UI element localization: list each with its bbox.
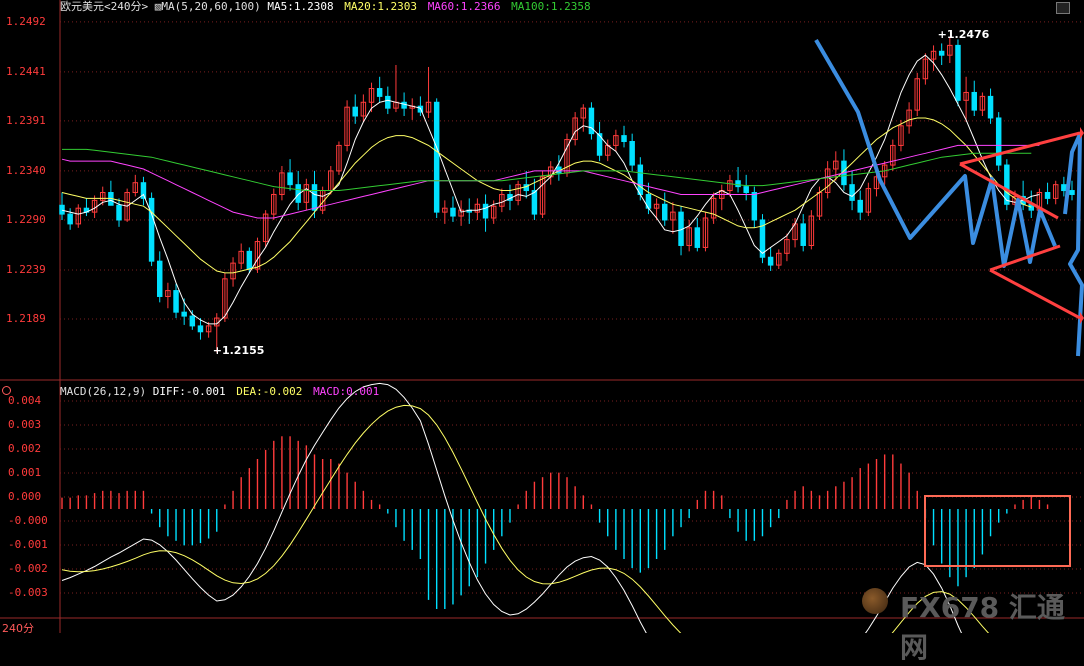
price-tick-label: 1.2492 xyxy=(6,14,46,28)
price-tick-label: 1.2189 xyxy=(6,312,46,326)
watermark-text: FX678 汇通网 xyxy=(900,591,1065,664)
macd-header: MACD(26,12,9) DIFF:-0.001 DEA:-0.002 MAC… xyxy=(60,385,379,399)
candle-body xyxy=(189,315,196,327)
high-price-label: +1.2476 xyxy=(937,27,990,41)
candle-body xyxy=(637,164,644,195)
candle-body xyxy=(433,101,440,213)
candle-body xyxy=(157,260,163,297)
candle-body xyxy=(987,95,994,119)
price-tick-label: 1.2391 xyxy=(6,113,46,127)
macd-value: MACD:0.001 xyxy=(313,385,380,398)
candle-body xyxy=(1061,184,1067,192)
window-close-button[interactable] xyxy=(1056,2,1070,14)
candle-body xyxy=(197,325,204,333)
watermark-logo xyxy=(862,588,888,614)
price-tick-label: 1.2239 xyxy=(6,262,46,276)
low-price-label: +1.2155 xyxy=(212,344,265,358)
candle-body xyxy=(938,50,945,56)
ma5-value: MA5:1.2308 xyxy=(267,0,334,13)
dea-value: DEA:-0.002 xyxy=(236,385,303,398)
period-tab[interactable]: 240分 xyxy=(2,620,34,636)
ma100-value: MA100:1.2358 xyxy=(511,0,591,13)
candle-body xyxy=(376,88,383,97)
chart-header: 欧元美元<240分> ▧MA(5,20,60,100) MA5:1.2308 M… xyxy=(60,0,591,14)
candle-body xyxy=(450,207,456,217)
candle-body xyxy=(629,141,635,166)
candle-body xyxy=(67,213,73,225)
macd-tick-label: 0.003 xyxy=(8,418,42,431)
chart-canvas xyxy=(0,0,1084,633)
ma60-value: MA60:1.2366 xyxy=(427,0,501,13)
price-tick-label: 1.2290 xyxy=(6,212,46,226)
candle-body xyxy=(287,172,293,186)
candle-body xyxy=(735,180,741,188)
candle-body xyxy=(148,197,155,262)
ma20-value: MA20:1.2303 xyxy=(344,0,418,13)
price-tick-label: 1.2441 xyxy=(6,64,46,78)
candle-body xyxy=(857,199,863,213)
macd-tick-label: -0.000 xyxy=(8,514,48,527)
candle-body xyxy=(401,101,407,109)
ma-params: MA(5,20,60,100) xyxy=(161,0,261,13)
candle-body xyxy=(246,250,253,270)
macd-tick-label: 0.000 xyxy=(8,490,42,503)
candle-body xyxy=(955,44,961,101)
candle-body xyxy=(311,184,318,211)
macd-tick-label: -0.002 xyxy=(8,562,48,575)
symbol-title: 欧元美元<240分> xyxy=(60,0,149,13)
candle-body xyxy=(385,95,391,109)
candle-body xyxy=(116,204,122,221)
candle-body xyxy=(482,203,489,219)
candle-body xyxy=(181,311,187,317)
macd-tick-label: 0.002 xyxy=(8,442,42,455)
candle-body xyxy=(621,135,627,143)
macd-tick-label: 0.004 xyxy=(8,394,42,407)
candle-body xyxy=(662,203,668,221)
candle-body xyxy=(767,256,774,266)
candle-body xyxy=(59,204,65,215)
candle-body xyxy=(694,227,701,248)
candle-body xyxy=(531,190,538,215)
candle-body xyxy=(751,192,758,221)
candle-body xyxy=(849,184,855,201)
candle-body xyxy=(800,223,806,246)
candle-body xyxy=(971,91,977,111)
macd-tick-label: 0.001 xyxy=(8,466,42,479)
candle-body xyxy=(1069,190,1075,195)
candle-body xyxy=(173,290,179,313)
diff-value: DIFF:-0.001 xyxy=(152,385,226,398)
candle-body xyxy=(743,186,749,194)
macd-tick-label: -0.001 xyxy=(8,538,48,551)
candle-body xyxy=(1044,192,1051,199)
price-tick-label: 1.2340 xyxy=(6,163,46,177)
macd-tick-label: -0.003 xyxy=(8,586,48,599)
candle-body xyxy=(352,106,358,117)
macd-params: MACD(26,12,9) xyxy=(60,385,147,398)
candle-body xyxy=(995,117,1002,166)
background xyxy=(0,0,1084,633)
